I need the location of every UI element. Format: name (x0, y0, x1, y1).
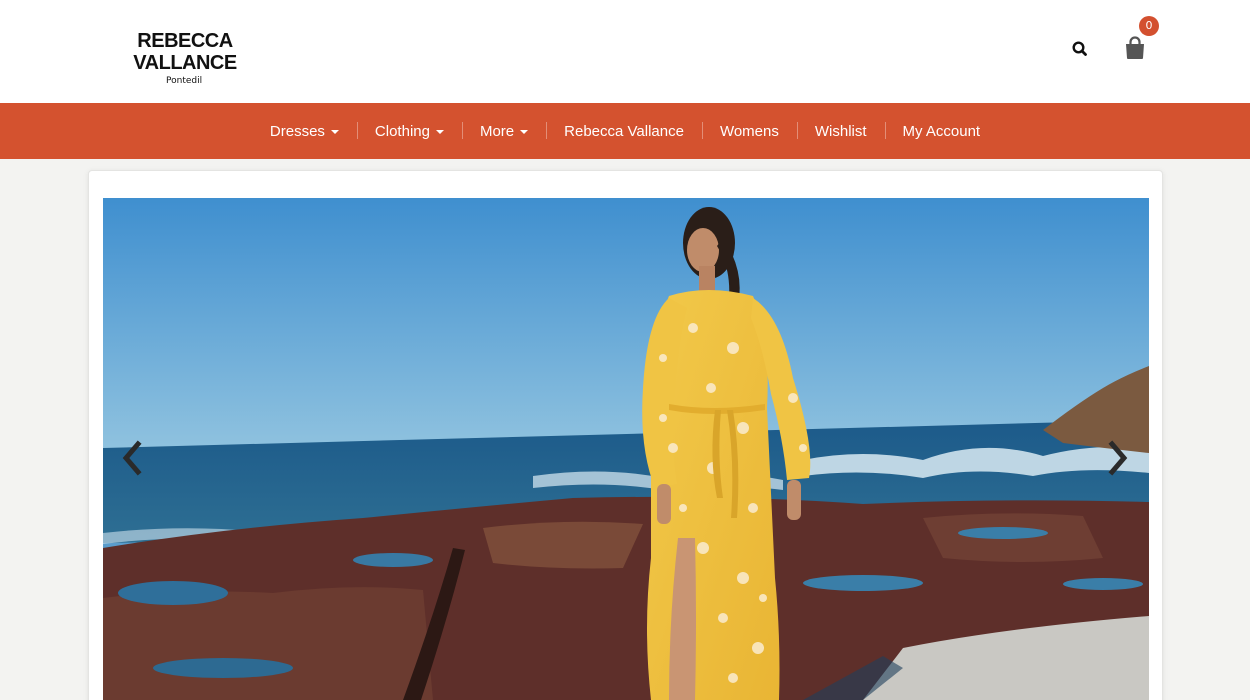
site-header: REBECCA VALLANCE Pontedil 0 (0, 0, 1250, 103)
nav-item-label: My Account (902, 122, 981, 140)
nav-item-womens[interactable]: Womens (701, 103, 797, 159)
brand-subtitle: Pontedil (166, 76, 203, 86)
slider-prev-button[interactable] (118, 440, 148, 476)
nav-item-label: Dresses (269, 122, 325, 140)
search-button[interactable] (1070, 39, 1090, 59)
nav-item-my-account[interactable]: My Account (884, 103, 999, 159)
hero-slide-image[interactable] (103, 198, 1149, 700)
nav-item-label: Rebecca Vallance (564, 122, 684, 140)
nav-item-label: More (479, 122, 515, 140)
main-navigation: Dresses Clothing More Rebecca Vallance W… (0, 103, 1250, 159)
nav-item-more[interactable]: More (461, 103, 546, 159)
chevron-right-icon (1108, 440, 1128, 476)
cart-count-badge: 0 (1139, 16, 1159, 36)
brand-logo[interactable]: REBECCA VALLANCE Pontedil (90, 30, 280, 87)
nav-item-wishlist[interactable]: Wishlist (796, 103, 885, 159)
nav-item-label: Wishlist (814, 122, 867, 140)
caret-down-icon (435, 130, 444, 134)
slider-next-button[interactable] (1102, 440, 1132, 476)
nav-item-dresses[interactable]: Dresses (252, 103, 357, 159)
beach-model-photo (103, 198, 1149, 700)
caret-down-icon (330, 130, 339, 134)
chevron-left-icon (122, 440, 142, 476)
shopping-bag-icon (1126, 36, 1144, 59)
nav-item-label: Womens (719, 122, 779, 140)
brand-name: REBECCA VALLANCE (133, 30, 237, 74)
nav-item-rebecca-vallance[interactable]: Rebecca Vallance (546, 103, 702, 159)
caret-down-icon (520, 130, 529, 134)
search-icon (1072, 41, 1087, 56)
nav-item-clothing[interactable]: Clothing (356, 103, 462, 159)
nav-item-label: Clothing (374, 122, 430, 140)
cart-button[interactable] (1122, 34, 1148, 62)
